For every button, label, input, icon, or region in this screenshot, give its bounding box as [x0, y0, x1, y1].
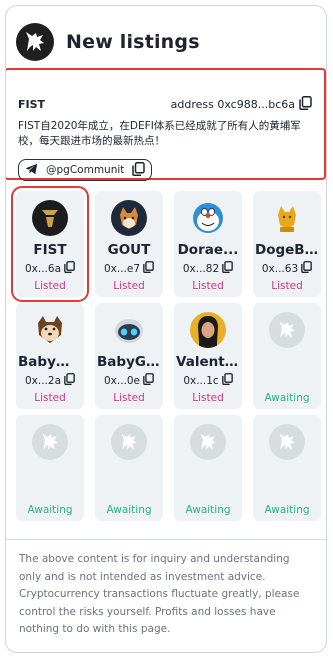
token-name: BabyG... [97, 354, 161, 370]
placeholder-wolf-icon [269, 312, 305, 348]
token-tile-gout[interactable]: GOUT 0x...e7 Listed [95, 191, 163, 297]
token-address: 0x...63 [262, 261, 312, 276]
token-tile-placeholder: Awaiting [95, 415, 163, 521]
disclaimer: The above content is for inquiry and und… [19, 553, 300, 635]
shiba-dog-icon [111, 200, 147, 236]
address-text: 0x...e7 [103, 262, 141, 275]
address-text: 0x...63 [261, 262, 299, 275]
puppy-face-icon [32, 312, 68, 348]
copy-icon[interactable] [143, 261, 154, 276]
copy-icon[interactable] [64, 261, 75, 276]
copy-telegram-icon[interactable] [132, 161, 145, 179]
status-badge: Listed [34, 392, 66, 404]
token-address: 0x...2a [25, 373, 75, 388]
token-address: 0x...6a [25, 261, 75, 276]
copy-address-icon[interactable] [299, 96, 312, 113]
header: New listings [16, 20, 200, 64]
status-badge: Awaiting [27, 504, 73, 516]
token-name: GOUT [107, 242, 151, 258]
token-address: 0x...1c [183, 373, 233, 388]
token-description: FIST自2020年成立，在DEFI体系已经成就了所有人的黄埔军校，每天跟进市场… [18, 120, 301, 147]
new-listings-card: New listings FIST address 0xc988...bc6a … [5, 5, 327, 653]
wolf-logo-icon [16, 23, 54, 61]
token-tile-doraemon[interactable]: Dorae... 0x...82 Listed [174, 191, 242, 297]
status-badge: Awaiting [264, 392, 310, 404]
page-title: New listings [66, 31, 200, 53]
status-badge: Listed [113, 392, 145, 404]
status-badge: Awaiting [106, 504, 152, 516]
status-badge: Listed [34, 280, 66, 292]
doraemon-icon [190, 200, 226, 236]
token-tile-fist[interactable]: FIST 0x...6a Listed [11, 186, 89, 302]
copy-icon[interactable] [143, 373, 154, 388]
address-text: address 0xc988...bc6a [170, 98, 295, 111]
placeholder-wolf-icon [190, 424, 226, 460]
address-text: 0x...82 [182, 262, 220, 275]
token-tile-placeholder: Awaiting [16, 415, 84, 521]
divider [6, 539, 326, 540]
telegram-link[interactable]: @pgCommunit [18, 159, 152, 181]
token-address: 0x...e7 [104, 261, 154, 276]
placeholder-wolf-icon [269, 424, 305, 460]
token-name: FIST [18, 98, 46, 111]
token-address: 0x...82 [183, 261, 233, 276]
token-tile-placeholder: Awaiting [253, 303, 321, 409]
token-info-panel: FIST address 0xc988...bc6a FIST自2020年成立，… [6, 68, 326, 181]
copy-icon[interactable] [221, 373, 233, 388]
token-tile-babym[interactable]: BabyM... 0x...2a Listed [16, 303, 84, 409]
copy-icon[interactable] [64, 373, 75, 388]
portrait-icon [190, 312, 226, 348]
telegram-icon [25, 163, 38, 178]
token-name: Dorae... [177, 242, 239, 258]
token-address: 0x...0e [104, 373, 154, 388]
token-tile-valent[interactable]: Valent... 0x...1c Listed [174, 303, 242, 409]
status-badge: Listed [192, 280, 224, 292]
status-badge: Awaiting [185, 504, 231, 516]
telegram-handle: @pgCommunit [46, 164, 125, 176]
status-badge: Awaiting [264, 504, 310, 516]
token-tile-babyg[interactable]: BabyG... 0x...0e Listed [95, 303, 163, 409]
token-address: address 0xc988...bc6a [171, 96, 312, 113]
token-name: FIST [33, 242, 67, 258]
copy-icon[interactable] [301, 261, 312, 276]
address-text: 0x...0e [103, 374, 141, 387]
address-text: 0x...6a [24, 262, 62, 275]
status-badge: Listed [192, 392, 224, 404]
status-badge: Listed [271, 280, 303, 292]
address-text: 0x...1c [183, 374, 219, 387]
token-tile-dogeb[interactable]: DogeB... 0x...63 Listed [253, 191, 321, 297]
placeholder-wolf-icon [111, 424, 147, 460]
token-name: BabyM... [18, 354, 82, 370]
token-tile-placeholder: Awaiting [174, 415, 242, 521]
robot-head-icon [111, 312, 147, 348]
status-badge: Listed [113, 280, 145, 292]
fist-logo-icon [32, 200, 68, 236]
placeholder-wolf-icon [32, 424, 68, 460]
token-tile-placeholder: Awaiting [253, 415, 321, 521]
token-name: Valent... [176, 354, 240, 370]
token-name: DogeB... [255, 242, 319, 258]
golden-dog-icon [269, 200, 305, 236]
address-text: 0x...2a [24, 374, 62, 387]
copy-icon[interactable] [222, 261, 233, 276]
